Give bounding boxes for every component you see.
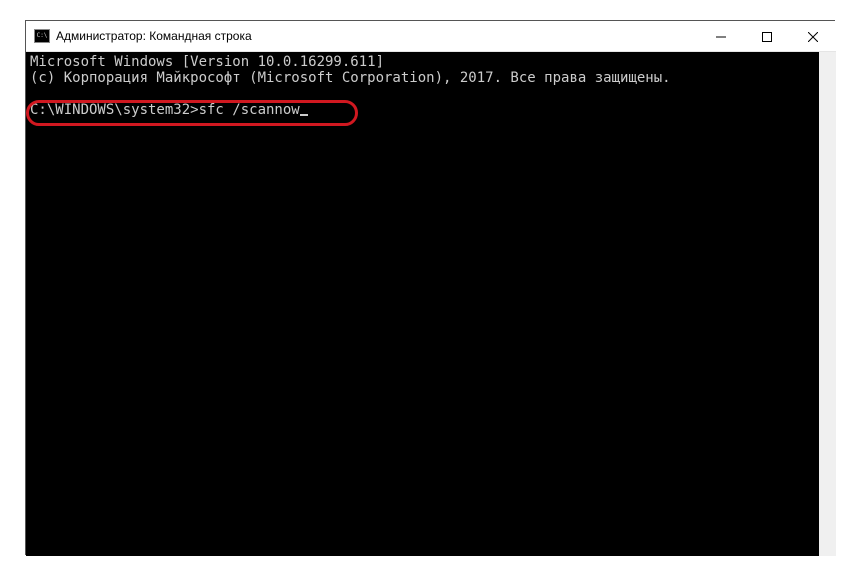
maximize-button[interactable] xyxy=(744,21,790,52)
titlebar[interactable]: Администратор: Командная строка xyxy=(26,21,836,52)
output-line: Microsoft Windows [Version 10.0.16299.61… xyxy=(30,54,384,70)
prompt: C:\WINDOWS\system32> xyxy=(30,102,199,118)
command-input[interactable]: sfc /scannow xyxy=(199,102,300,118)
terminal-area: Microsoft Windows [Version 10.0.16299.61… xyxy=(26,52,836,556)
window-title: Администратор: Командная строка xyxy=(56,29,698,43)
cmd-window: Администратор: Командная строка Microsof… xyxy=(26,21,836,556)
minimize-button[interactable] xyxy=(698,21,744,52)
window-controls xyxy=(698,21,836,51)
terminal[interactable]: Microsoft Windows [Version 10.0.16299.61… xyxy=(26,52,819,556)
scrollbar-thumb[interactable] xyxy=(819,52,836,556)
window-frame: Администратор: Командная строка Microsof… xyxy=(25,20,835,555)
cmd-icon xyxy=(34,29,50,43)
close-button[interactable] xyxy=(790,21,836,52)
cursor xyxy=(300,114,308,116)
output-line: (c) Корпорация Майкрософт (Microsoft Cor… xyxy=(30,70,671,86)
vertical-scrollbar[interactable] xyxy=(819,52,836,556)
